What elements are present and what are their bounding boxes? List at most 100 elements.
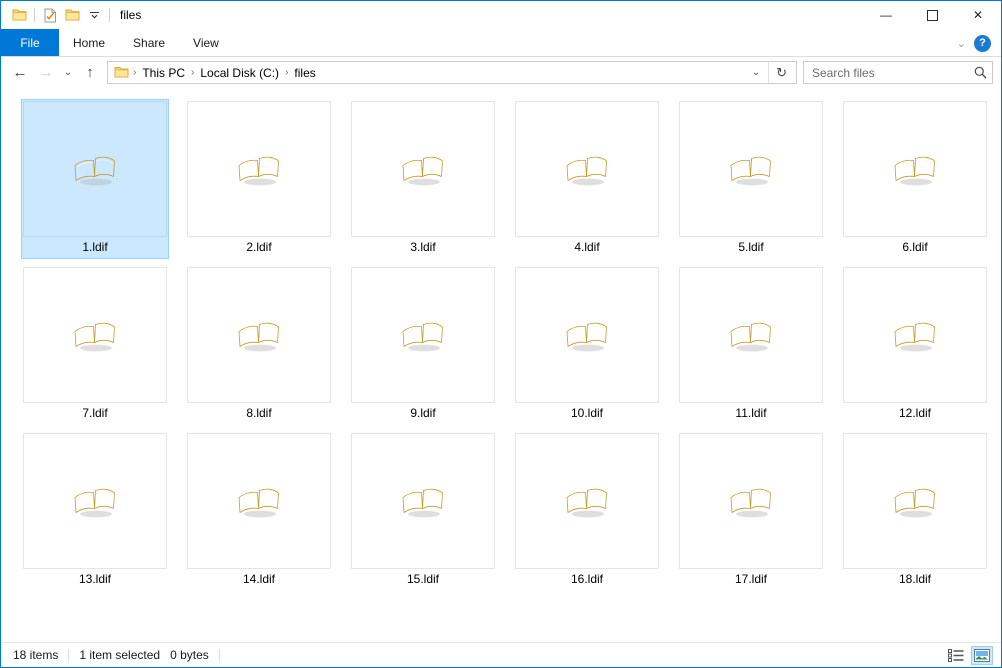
book-icon (730, 156, 771, 186)
file-tile[interactable]: 16.ldif (513, 431, 661, 591)
file-tile[interactable]: 2.ldif (185, 99, 333, 259)
book-icon (402, 322, 443, 352)
book-icon (238, 488, 279, 518)
status-selection: 1 item selected (79, 648, 161, 662)
file-grid: 1.ldif 2.ldif 3.ldif 4.ldif 5.ldif 6.ldi… (1, 95, 1001, 597)
breadcrumb-separator-0: › (133, 67, 137, 78)
forward-button[interactable]: → (33, 60, 59, 86)
tab-file[interactable]: File (1, 29, 59, 56)
search-box[interactable] (803, 61, 993, 84)
file-thumbnail (679, 101, 823, 237)
file-name-label: 9.ldif (410, 406, 436, 420)
close-button[interactable]: ✕ (955, 1, 1001, 29)
book-icon (894, 488, 935, 518)
file-tile[interactable]: 6.ldif (841, 99, 989, 259)
file-tile[interactable]: 15.ldif (349, 431, 497, 591)
file-explorer-window: files — ✕ File Home Share View ⌄ ? ← → ⌄… (0, 0, 1002, 668)
expand-ribbon-icon[interactable]: ⌄ (957, 37, 966, 50)
search-input[interactable] (812, 65, 972, 80)
maximize-button[interactable] (909, 1, 955, 29)
file-list-view[interactable]: 1.ldif 2.ldif 3.ldif 4.ldif 5.ldif 6.ldi… (1, 88, 1001, 642)
file-name-label: 6.ldif (902, 240, 928, 254)
book-icon (74, 322, 115, 352)
file-name-label: 3.ldif (410, 240, 436, 254)
toolbar-divider-2 (109, 8, 110, 22)
file-thumbnail (515, 267, 659, 403)
file-tile[interactable]: 17.ldif (677, 431, 825, 591)
file-thumbnail (843, 101, 987, 237)
file-thumbnail (843, 267, 987, 403)
window-controls: — ✕ (863, 1, 1001, 29)
file-tile[interactable]: 5.ldif (677, 99, 825, 259)
breadcrumb-item-local-disk[interactable]: Local Disk (C:) (196, 66, 283, 80)
file-tile[interactable]: 18.ldif (841, 431, 989, 591)
tab-share[interactable]: Share (119, 29, 179, 56)
file-tile[interactable]: 1.ldif (21, 99, 169, 259)
file-name-label: 10.ldif (570, 406, 604, 420)
file-name-label: 13.ldif (78, 572, 112, 586)
refresh-icon[interactable]: ↻ (768, 62, 794, 83)
file-name-label: 17.ldif (734, 572, 768, 586)
tab-view[interactable]: View (179, 29, 233, 56)
new-folder-icon[interactable] (61, 4, 83, 26)
tab-home[interactable]: Home (59, 29, 119, 56)
help-button[interactable]: ? (974, 34, 991, 52)
file-tile[interactable]: 10.ldif (513, 265, 661, 425)
file-thumbnail (515, 101, 659, 237)
file-tile[interactable]: 4.ldif (513, 99, 661, 259)
recent-locations-icon[interactable]: ⌄ (59, 60, 77, 86)
status-item-count: 18 items (13, 648, 59, 662)
file-thumbnail (187, 101, 331, 237)
file-tile[interactable]: 11.ldif (677, 265, 825, 425)
search-icon[interactable] (972, 66, 988, 79)
large-icons-view-button[interactable] (971, 645, 993, 665)
details-view-button[interactable] (945, 646, 967, 665)
window-title: files (120, 8, 142, 22)
file-thumbnail (23, 267, 167, 403)
file-name-label: 2.ldif (246, 240, 272, 254)
status-bar: 18 items 1 item selected 0 bytes (1, 642, 1001, 667)
file-name-label: 8.ldif (246, 406, 272, 420)
file-thumbnail (351, 267, 495, 403)
address-dropdown-icon[interactable]: ⌄ (744, 67, 768, 78)
file-tile[interactable]: 13.ldif (21, 431, 169, 591)
folder-icon[interactable] (8, 4, 30, 26)
file-name-label: 1.ldif (82, 240, 108, 254)
file-tile[interactable]: 12.ldif (841, 265, 989, 425)
breadcrumb-item-files[interactable]: files (290, 66, 319, 80)
file-tile[interactable]: 3.ldif (349, 99, 497, 259)
chevron-down-icon[interactable] (83, 4, 105, 26)
book-icon (402, 156, 443, 186)
book-icon (402, 488, 443, 518)
ribbon-right-controls: ⌄ ? (957, 29, 997, 57)
breadcrumb[interactable]: › This PC › Local Disk (C:) › files ⌄ ↻ (107, 61, 797, 84)
file-name-label: 18.ldif (898, 572, 932, 586)
title-bar: files — ✕ (1, 1, 1001, 29)
status-size: 0 bytes (170, 648, 209, 662)
file-name-label: 5.ldif (738, 240, 764, 254)
file-tile[interactable]: 8.ldif (185, 265, 333, 425)
book-icon (74, 488, 115, 518)
file-thumbnail (515, 433, 659, 569)
minimize-button[interactable]: — (863, 1, 909, 29)
up-button[interactable]: ↑ (77, 60, 103, 86)
breadcrumb-folder-icon (114, 66, 129, 79)
file-name-label: 14.ldif (242, 572, 276, 586)
file-tile[interactable]: 7.ldif (21, 265, 169, 425)
file-thumbnail (351, 101, 495, 237)
file-tile[interactable]: 14.ldif (185, 431, 333, 591)
book-icon (238, 322, 279, 352)
file-name-label: 4.ldif (574, 240, 600, 254)
file-thumbnail (187, 433, 331, 569)
ribbon-tabs: File Home Share View ⌄ ? (1, 29, 1001, 57)
book-icon (894, 156, 935, 186)
properties-icon[interactable] (39, 4, 61, 26)
back-button[interactable]: ← (7, 60, 33, 86)
file-tile[interactable]: 9.ldif (349, 265, 497, 425)
file-name-label: 7.ldif (82, 406, 108, 420)
book-icon (730, 322, 771, 352)
breadcrumb-item-this-pc[interactable]: This PC (138, 66, 189, 80)
book-icon (730, 488, 771, 518)
breadcrumb-separator-1: › (191, 67, 195, 78)
file-name-label: 12.ldif (898, 406, 932, 420)
